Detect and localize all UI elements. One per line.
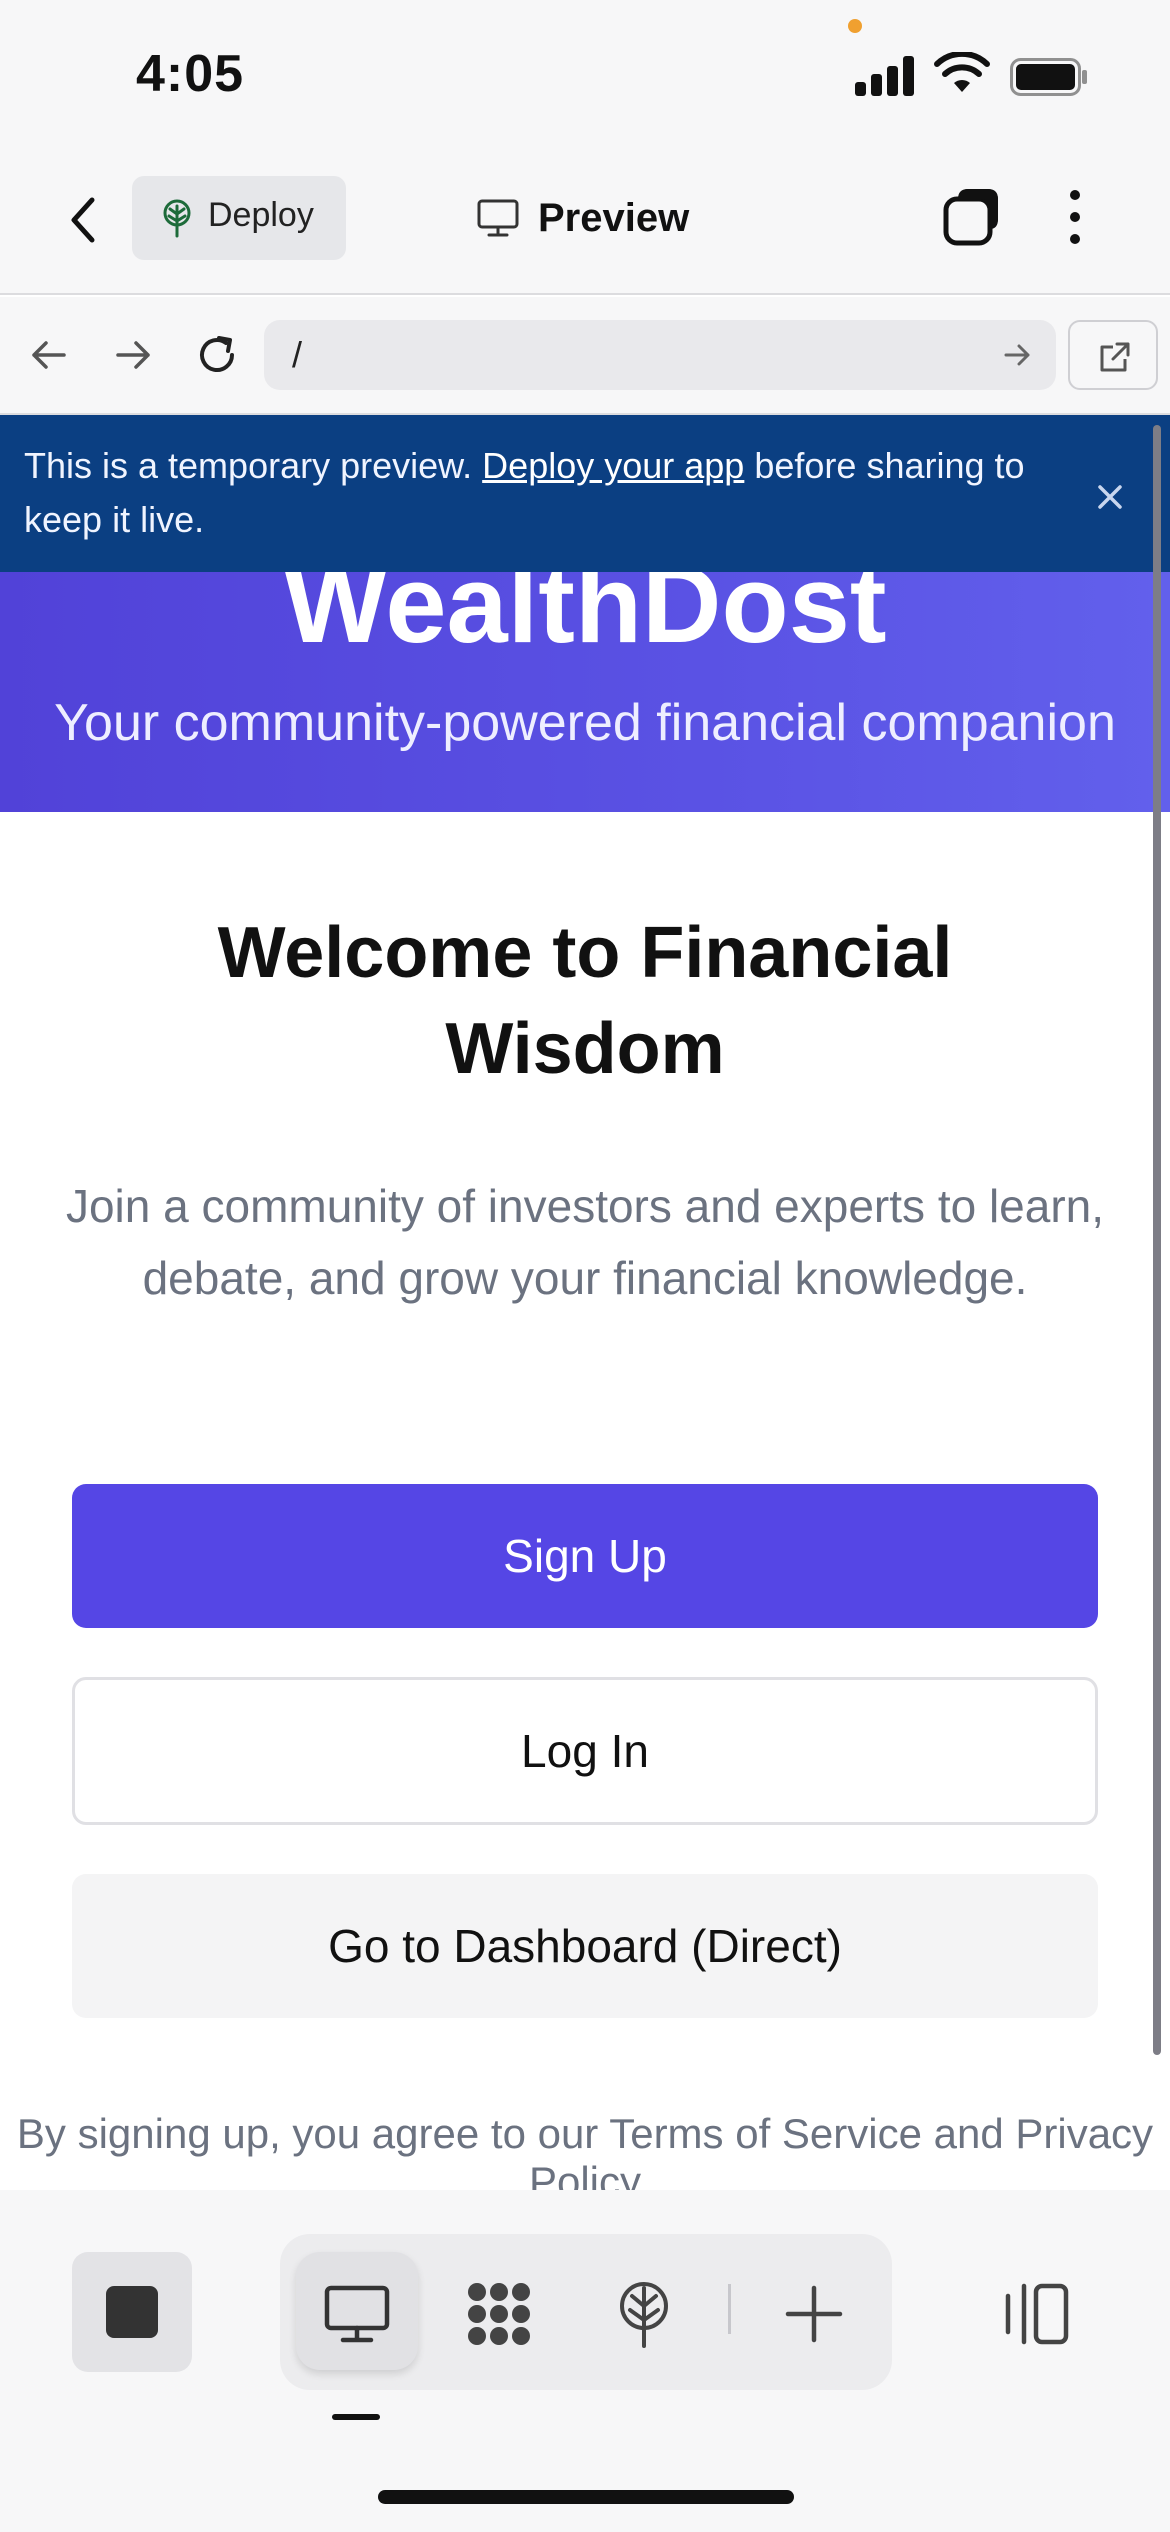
welcome-heading: Welcome to Financial Wisdom: [217, 913, 953, 1089]
banner-message: This is a temporary preview. Deploy your…: [24, 439, 1064, 547]
hero-subtitle: Your community-powered financial compani…: [54, 694, 1116, 752]
status-time: 4:05: [136, 45, 245, 103]
active-tab-indicator: [332, 2414, 380, 2420]
deploy-label: Deploy: [208, 196, 314, 234]
close-icon[interactable]: [1090, 477, 1130, 517]
stop-button[interactable]: [72, 2252, 192, 2372]
open-external-button[interactable]: [1068, 320, 1158, 390]
scrollbar[interactable]: [1153, 425, 1161, 2055]
go-arrow-icon[interactable]: [1000, 338, 1034, 372]
log-in-button[interactable]: Log In: [72, 1677, 1098, 1825]
cellular-signal-icon: [855, 56, 915, 96]
more-vertical-icon[interactable]: [1060, 185, 1090, 249]
deploy-button[interactable]: Deploy: [132, 176, 346, 260]
battery-icon: [1010, 58, 1087, 96]
monitor-icon: [324, 2285, 390, 2343]
deploy-tree-icon[interactable]: [608, 2278, 680, 2350]
tabs-icon[interactable]: [940, 185, 1004, 249]
deploy-app-link[interactable]: Deploy your app: [482, 445, 744, 486]
intro-text: Join a community of investors and expert…: [65, 1180, 1105, 1304]
wifi-icon: [934, 52, 990, 92]
deploy-tree-icon: [163, 199, 191, 238]
url-input[interactable]: /: [264, 320, 1056, 390]
toolbar-divider: [728, 2284, 731, 2334]
sign-up-button[interactable]: Sign Up: [72, 1484, 1098, 1628]
chevron-left-icon[interactable]: [58, 190, 108, 250]
workspace-icon[interactable]: [463, 2278, 535, 2350]
layout-toggle-icon[interactable]: [1000, 2278, 1072, 2350]
home-indicator[interactable]: [378, 2490, 794, 2504]
arrow-left-icon[interactable]: [24, 330, 74, 380]
monitor-icon: [477, 199, 519, 237]
arrow-right-icon[interactable]: [108, 330, 158, 380]
banner-text-before: This is a temporary preview.: [24, 445, 473, 486]
go-to-dashboard-button[interactable]: Go to Dashboard (Direct): [72, 1874, 1098, 2018]
preview-title: Preview: [476, 188, 689, 248]
stop-icon: [106, 2286, 158, 2338]
url-path: /: [292, 334, 303, 375]
privacy-indicator-dot: [848, 19, 862, 33]
reload-icon[interactable]: [192, 330, 242, 380]
external-link-icon: [1100, 342, 1130, 372]
plus-icon[interactable]: [778, 2278, 850, 2350]
terms-text: By signing up, you agree to our Terms of…: [16, 2110, 1154, 2190]
preview-title-label: Preview: [538, 195, 690, 240]
temporary-preview-banner: This is a temporary preview. Deploy your…: [0, 415, 1170, 572]
